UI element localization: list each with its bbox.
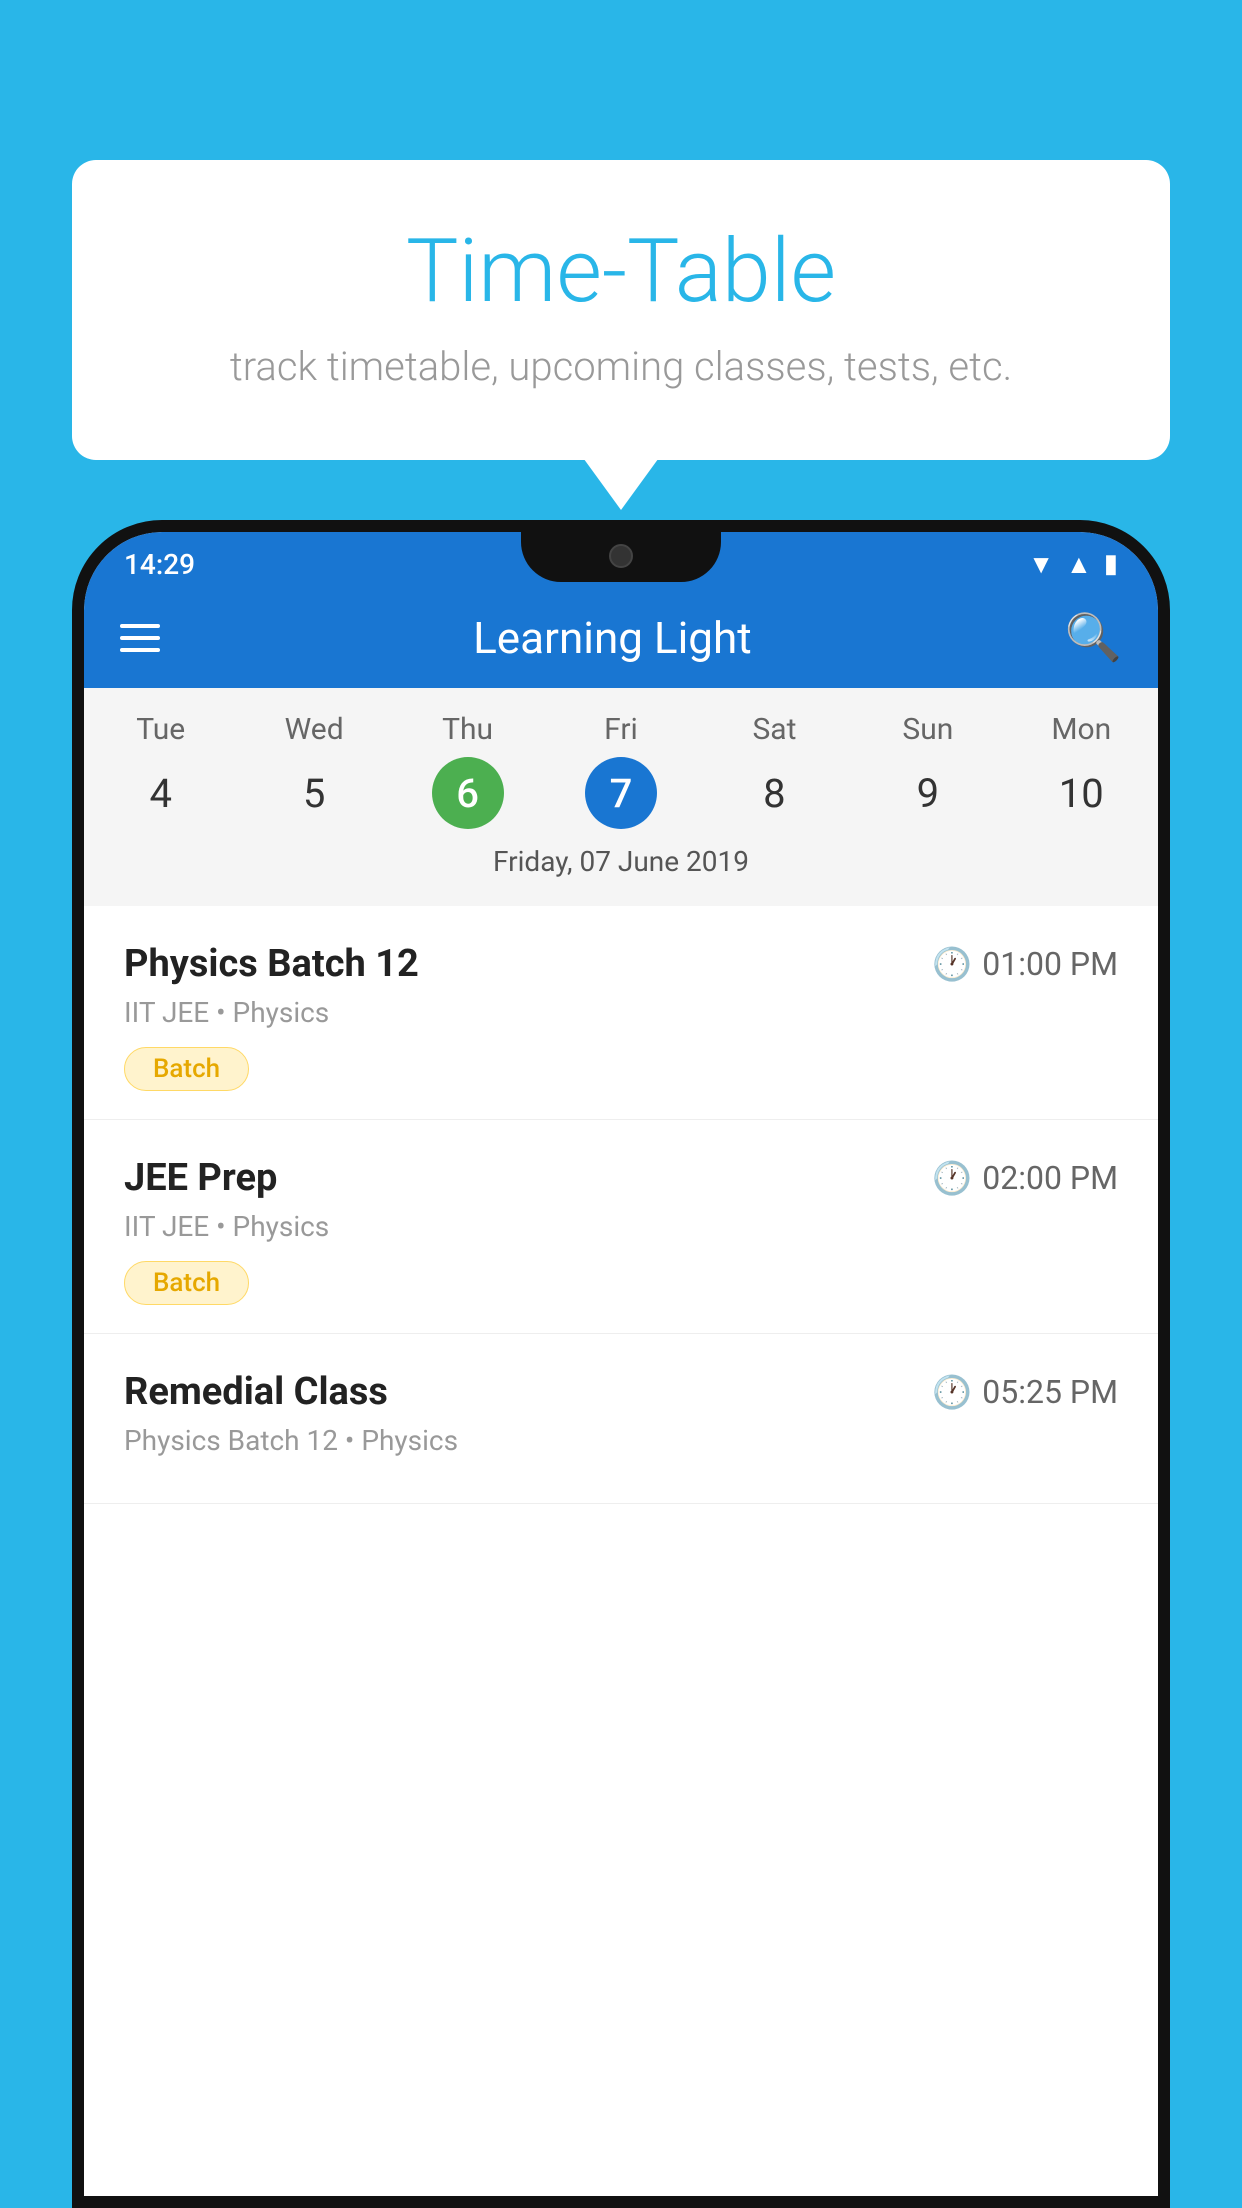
schedule-item-1[interactable]: Physics Batch 12 🕐 01:00 PM IIT JEE • Ph… bbox=[84, 906, 1158, 1120]
schedule-item-1-header: Physics Batch 12 🕐 01:00 PM bbox=[124, 942, 1118, 986]
phone-screen: 14:29 ▼ ▲ ▮ Learning Light 🔍 Tue Wed Thu bbox=[84, 532, 1158, 2196]
day-header-wed: Wed bbox=[237, 712, 390, 747]
day-5[interactable]: 5 bbox=[278, 757, 350, 829]
selected-date: Friday, 07 June 2019 bbox=[84, 845, 1158, 890]
day-9[interactable]: 9 bbox=[892, 757, 964, 829]
schedule-item-1-tag: Batch bbox=[124, 1047, 249, 1091]
app-title: Learning Light bbox=[190, 612, 1035, 664]
tooltip-subtitle: track timetable, upcoming classes, tests… bbox=[152, 343, 1090, 390]
clock-icon-1: 🕐 bbox=[932, 945, 972, 983]
schedule-item-2-time: 🕐 02:00 PM bbox=[932, 1159, 1118, 1197]
clock-icon-2: 🕐 bbox=[932, 1159, 972, 1197]
status-time: 14:29 bbox=[124, 548, 195, 581]
signal-icon: ▲ bbox=[1066, 549, 1092, 580]
day-7-selected[interactable]: 7 bbox=[585, 757, 657, 829]
day-header-tue: Tue bbox=[84, 712, 237, 747]
schedule-item-3[interactable]: Remedial Class 🕐 05:25 PM Physics Batch … bbox=[84, 1334, 1158, 1504]
phone-mockup: 14:29 ▼ ▲ ▮ Learning Light 🔍 Tue Wed Thu bbox=[72, 520, 1170, 2208]
schedule-item-2-name: JEE Prep bbox=[124, 1156, 277, 1200]
day-header-mon: Mon bbox=[1005, 712, 1158, 747]
wifi-icon: ▼ bbox=[1028, 549, 1054, 580]
schedule-item-2-tag: Batch bbox=[124, 1261, 249, 1305]
battery-icon: ▮ bbox=[1104, 549, 1118, 579]
day-4[interactable]: 4 bbox=[125, 757, 197, 829]
schedule-item-2-header: JEE Prep 🕐 02:00 PM bbox=[124, 1156, 1118, 1200]
day-numbers: 4 5 6 7 8 9 10 bbox=[84, 757, 1158, 829]
schedule-item-1-name: Physics Batch 12 bbox=[124, 942, 419, 986]
schedule-list: Physics Batch 12 🕐 01:00 PM IIT JEE • Ph… bbox=[84, 906, 1158, 2196]
clock-icon-3: 🕐 bbox=[932, 1373, 972, 1411]
day-10[interactable]: 10 bbox=[1045, 757, 1117, 829]
schedule-item-2-meta: IIT JEE • Physics bbox=[124, 1210, 1118, 1243]
day-headers: Tue Wed Thu Fri Sat Sun Mon bbox=[84, 712, 1158, 747]
day-8[interactable]: 8 bbox=[738, 757, 810, 829]
day-header-thu: Thu bbox=[391, 712, 544, 747]
phone-notch bbox=[521, 532, 721, 582]
schedule-item-3-meta: Physics Batch 12 • Physics bbox=[124, 1424, 1118, 1457]
schedule-item-3-time: 🕐 05:25 PM bbox=[932, 1373, 1118, 1411]
phone-camera bbox=[609, 544, 633, 568]
day-6-today[interactable]: 6 bbox=[432, 757, 504, 829]
app-bar: Learning Light 🔍 bbox=[84, 588, 1158, 688]
calendar-strip: Tue Wed Thu Fri Sat Sun Mon 4 5 6 7 8 9 … bbox=[84, 688, 1158, 906]
schedule-item-1-meta: IIT JEE • Physics bbox=[124, 996, 1118, 1029]
tooltip-title: Time-Table bbox=[152, 220, 1090, 323]
schedule-item-2-time-text: 02:00 PM bbox=[982, 1159, 1118, 1197]
tooltip-card: Time-Table track timetable, upcoming cla… bbox=[72, 160, 1170, 460]
schedule-item-2[interactable]: JEE Prep 🕐 02:00 PM IIT JEE • Physics Ba… bbox=[84, 1120, 1158, 1334]
search-icon[interactable]: 🔍 bbox=[1065, 611, 1122, 665]
status-icons: ▼ ▲ ▮ bbox=[1028, 549, 1118, 580]
day-header-sun: Sun bbox=[851, 712, 1004, 747]
day-header-fri: Fri bbox=[544, 712, 697, 747]
schedule-item-3-time-text: 05:25 PM bbox=[982, 1373, 1118, 1411]
hamburger-menu-icon[interactable] bbox=[120, 624, 160, 652]
day-header-sat: Sat bbox=[698, 712, 851, 747]
schedule-item-3-header: Remedial Class 🕐 05:25 PM bbox=[124, 1370, 1118, 1414]
schedule-item-1-time: 🕐 01:00 PM bbox=[932, 945, 1118, 983]
schedule-item-1-time-text: 01:00 PM bbox=[982, 945, 1118, 983]
schedule-item-3-name: Remedial Class bbox=[124, 1370, 388, 1414]
